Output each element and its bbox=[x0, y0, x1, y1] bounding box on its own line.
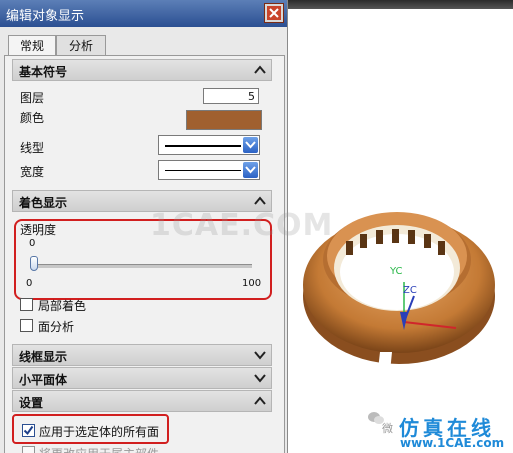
chevron-down-icon bbox=[245, 141, 256, 149]
center-watermark: 1CAE.COM bbox=[150, 208, 334, 243]
zc-axis-label: ZC bbox=[403, 285, 417, 296]
line-type-select[interactable] bbox=[158, 135, 260, 155]
section-settings[interactable]: 设置 bbox=[12, 390, 272, 412]
dialog-titlebar: 编辑对象显示 bbox=[0, 0, 287, 27]
section-basic-symbol-title: 基本符号 bbox=[19, 65, 68, 79]
apply-to-owner-label: 将更改应用于属主部件 bbox=[39, 445, 159, 453]
apply-to-owner-checkbox[interactable] bbox=[22, 446, 35, 453]
layer-label: 图层 bbox=[20, 91, 45, 105]
section-settings-title: 设置 bbox=[19, 396, 44, 410]
line-type-preview bbox=[165, 145, 241, 147]
face-analysis-label: 面分析 bbox=[38, 320, 75, 334]
width-label: 宽度 bbox=[20, 165, 45, 179]
tab-general[interactable]: 常规 bbox=[8, 35, 56, 57]
width-select[interactable] bbox=[158, 160, 260, 180]
line-type-label: 线型 bbox=[20, 141, 45, 155]
local-shading-label: 局部着色 bbox=[38, 299, 87, 313]
color-swatch-button[interactable] bbox=[186, 110, 262, 130]
section-basic-symbol[interactable]: 基本符号 bbox=[12, 59, 272, 81]
layer-input[interactable]: 5 bbox=[203, 88, 259, 104]
tab-analysis[interactable]: 分析 bbox=[56, 35, 106, 56]
close-icon bbox=[267, 6, 281, 20]
face-analysis-checkbox[interactable] bbox=[20, 319, 33, 332]
chevron-up-icon bbox=[254, 396, 266, 405]
chevron-down-icon bbox=[254, 351, 266, 360]
tab-general-label: 常规 bbox=[19, 39, 44, 53]
apply-all-faces-highlight-box bbox=[12, 414, 169, 444]
chevron-up-icon bbox=[254, 196, 266, 205]
yc-axis-label: YC bbox=[390, 266, 403, 277]
tab-analysis-label: 分析 bbox=[68, 39, 93, 53]
chevron-up-icon bbox=[254, 65, 266, 74]
chevron-down-icon bbox=[254, 374, 266, 383]
brand-watermark-url: www.1CAE.com bbox=[400, 436, 505, 450]
watermark-wechat-text: 微 bbox=[382, 422, 393, 435]
section-wireframe-display-title: 线框显示 bbox=[19, 350, 68, 364]
section-shaded-display-title: 着色显示 bbox=[19, 196, 68, 210]
close-button[interactable] bbox=[264, 3, 284, 23]
width-preview bbox=[165, 170, 241, 171]
width-dropdown-button[interactable] bbox=[243, 162, 258, 178]
chevron-down-icon bbox=[245, 166, 256, 174]
line-type-dropdown-button[interactable] bbox=[243, 137, 258, 153]
dialog-title: 编辑对象显示 bbox=[6, 9, 85, 24]
color-label: 颜色 bbox=[20, 111, 45, 125]
section-facet-body-title: 小平面体 bbox=[19, 373, 68, 387]
section-wireframe-display[interactable]: 线框显示 bbox=[12, 344, 272, 366]
section-facet-body[interactable]: 小平面体 bbox=[12, 367, 272, 389]
local-shading-checkbox[interactable] bbox=[20, 298, 33, 311]
